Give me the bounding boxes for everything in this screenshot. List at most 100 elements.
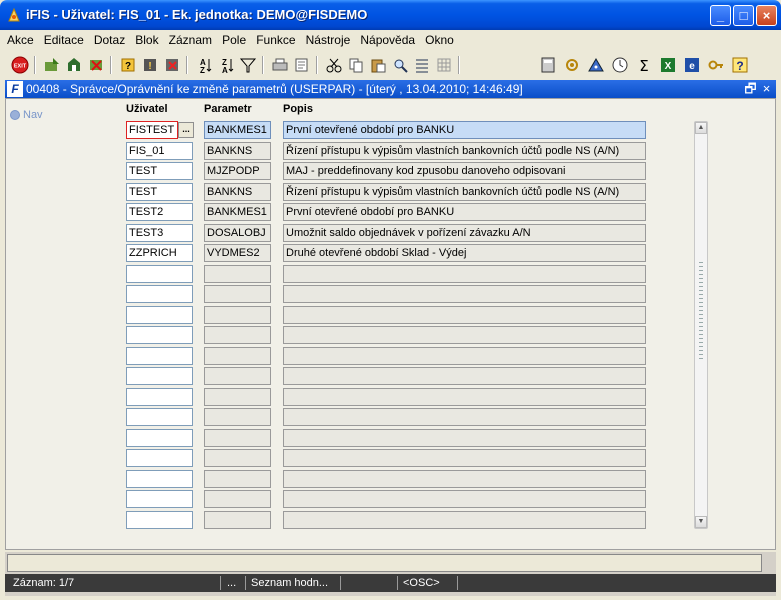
form-restore-button[interactable]: 🗗 <box>743 81 758 96</box>
exit-icon[interactable]: EXIT <box>10 55 30 75</box>
svg-text:Z: Z <box>200 66 205 74</box>
description-field <box>283 285 646 303</box>
sort-asc-icon[interactable]: AZ <box>194 55 214 75</box>
user-field[interactable] <box>126 429 193 447</box>
list-icon[interactable] <box>412 55 432 75</box>
sort-desc-icon[interactable]: ZA <box>216 55 236 75</box>
user-field[interactable] <box>126 326 193 344</box>
execute-query-icon[interactable]: ! <box>140 55 160 75</box>
help-icon[interactable]: ? <box>730 55 750 75</box>
menu-nastroje[interactable]: Nástroje <box>303 30 354 50</box>
scroll-down-icon[interactable]: ▼ <box>695 516 707 528</box>
vertical-scrollbar[interactable]: ▲ ▼ <box>694 121 708 529</box>
paste-icon[interactable] <box>368 55 388 75</box>
word-icon[interactable]: e <box>682 55 702 75</box>
parameter-field: VYDMES2 <box>204 244 271 262</box>
description-field <box>283 388 646 406</box>
close-button[interactable]: × <box>756 5 777 26</box>
parameter-field <box>204 347 271 365</box>
user-field[interactable]: TEST2 <box>126 203 193 221</box>
parameter-field <box>204 306 271 324</box>
excel-icon[interactable]: X <box>658 55 678 75</box>
sum-icon[interactable]: Σ <box>634 55 654 75</box>
user-field[interactable]: TEST3 <box>126 224 193 242</box>
scroll-grip[interactable] <box>699 262 703 362</box>
user-field[interactable] <box>126 408 193 426</box>
find-icon[interactable] <box>390 55 410 75</box>
user-field[interactable]: FIS_01 <box>126 142 193 160</box>
menu-pole[interactable]: Pole <box>219 30 249 50</box>
toolbar-separator <box>186 56 188 74</box>
user-field[interactable] <box>126 306 193 324</box>
svg-text:X: X <box>665 61 672 72</box>
menu-editace[interactable]: Editace <box>41 30 87 50</box>
user-field[interactable] <box>126 388 193 406</box>
filter-icon[interactable] <box>238 55 258 75</box>
status-separator <box>340 576 341 590</box>
nav-icon <box>10 110 20 120</box>
maximize-button[interactable]: □ <box>733 5 754 26</box>
user-field[interactable] <box>126 265 193 283</box>
description-field <box>283 408 646 426</box>
cut-icon[interactable] <box>324 55 344 75</box>
status-list-of-values: Seznam hodn... <box>251 577 329 589</box>
copy-icon[interactable] <box>346 55 366 75</box>
description-field <box>283 429 646 447</box>
cancel-icon[interactable] <box>86 55 106 75</box>
menu-napoveda[interactable]: Nápověda <box>357 30 418 50</box>
key-icon[interactable] <box>706 55 726 75</box>
description-field <box>283 347 646 365</box>
user-field[interactable] <box>126 511 193 529</box>
clock-icon[interactable] <box>610 55 630 75</box>
description-field: Druhé otevřené období Sklad - Výdej <box>283 244 646 262</box>
status-separator <box>397 576 398 590</box>
print-preview-icon[interactable] <box>292 55 312 75</box>
user-field[interactable] <box>126 367 193 385</box>
print-icon[interactable] <box>270 55 290 75</box>
nav-label: Nav <box>23 109 43 121</box>
user-field[interactable]: FISTEST <box>126 121 178 139</box>
scroll-up-icon[interactable]: ▲ <box>695 122 707 134</box>
user-field[interactable] <box>126 470 193 488</box>
form-content: Nav Uživatel Parametr Popis FISTEST BANKM… <box>5 98 776 550</box>
calculator-icon[interactable] <box>538 55 558 75</box>
column-header-user: Uživatel <box>126 103 168 115</box>
user-field[interactable]: TEST <box>126 183 193 201</box>
user-field[interactable] <box>126 285 193 303</box>
record-counter: Záznam: 1/7 <box>13 577 75 589</box>
toolbar-separator <box>458 56 460 74</box>
menu-funkce[interactable]: Funkce <box>253 30 298 50</box>
menu-akce[interactable]: Akce <box>4 30 37 50</box>
ifis-app-icon <box>8 7 20 22</box>
form-close-button[interactable]: × <box>759 81 774 96</box>
description-field <box>283 490 646 508</box>
user-field[interactable] <box>126 449 193 467</box>
nav-link[interactable]: Nav <box>10 109 43 121</box>
form-window-title-bar[interactable]: F 00408 - Správce/Oprávnění ke změně par… <box>5 80 776 98</box>
grid-icon[interactable] <box>434 55 454 75</box>
settings-icon[interactable] <box>562 55 582 75</box>
parameter-field <box>204 285 271 303</box>
parameter-field <box>204 326 271 344</box>
user-field[interactable] <box>126 347 193 365</box>
user-field[interactable]: TEST <box>126 162 193 180</box>
parameter-field <box>204 511 271 529</box>
menu-dotaz[interactable]: Dotaz <box>91 30 128 50</box>
cancel-query-icon[interactable] <box>162 55 182 75</box>
list-of-values-button[interactable]: ... <box>178 122 194 138</box>
user-field[interactable]: ZZPRICH <box>126 244 193 262</box>
enter-query-icon[interactable]: ? <box>118 55 138 75</box>
user-field[interactable] <box>126 490 193 508</box>
window-title: iFIS - Uživatel: FIS_01 - Ek. jednotka: … <box>26 7 368 22</box>
menu-blok[interactable]: Blok <box>132 30 161 50</box>
menu-okno[interactable]: Okno <box>422 30 457 50</box>
parameter-field: BANKMES1 <box>204 203 271 221</box>
save-icon[interactable] <box>42 55 62 75</box>
svg-text:?: ? <box>736 59 743 73</box>
commit-icon[interactable] <box>64 55 84 75</box>
minimize-button[interactable]: _ <box>710 5 731 26</box>
window-title-bar[interactable]: iFIS - Uživatel: FIS_01 - Ek. jednotka: … <box>0 0 781 30</box>
description-field: Řízení přístupu k výpisům vlastních bank… <box>283 142 646 160</box>
warning-icon[interactable] <box>586 55 606 75</box>
menu-zaznam[interactable]: Záznam <box>166 30 215 50</box>
